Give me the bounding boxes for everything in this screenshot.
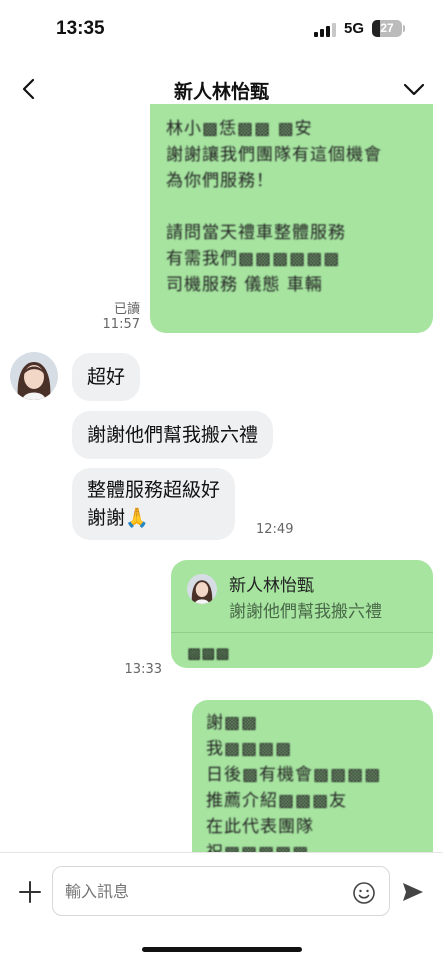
message-text: 謝謝他們幫我搬六禮: [87, 424, 259, 446]
network-label: 5G: [344, 20, 365, 37]
reply-quote: 謝謝他們幫我搬六禮: [229, 602, 382, 622]
message-bubble-outgoing[interactable]: 林小▩恁▩▩ ▩安 謝謝讓我們團隊有這個機會 為你們服務！ 請問當天禮車整體服務…: [150, 104, 433, 333]
message-bubble-outgoing-reply[interactable]: 新人林怡甄 謝謝他們幫我搬六禮 ▩▩▩: [171, 560, 433, 668]
redacted-message-text: 林小▩恁▩▩ ▩安 謝謝讓我們團隊有這個機會 為你們服務！ 請問當天禮車整體服務…: [166, 119, 382, 295]
battery-tip: [403, 25, 405, 32]
read-receipt: 已讀: [113, 302, 140, 317]
avatar-photo: [187, 574, 217, 604]
status-time: 13:35: [56, 18, 105, 39]
message-text: 超好: [87, 366, 126, 388]
reply-avatar: [187, 574, 217, 604]
message-time: 12:49: [256, 522, 294, 537]
message-bubble-incoming[interactable]: 謝謝他們幫我搬六禮: [72, 411, 274, 459]
message-text-line-2: 謝謝🙏: [87, 507, 149, 529]
send-button[interactable]: [400, 879, 426, 905]
home-indicator: [142, 947, 302, 952]
message-text-line-1: 整體服務超級好: [87, 479, 221, 501]
battery-fill: [372, 20, 381, 37]
battery-icon: 27: [372, 20, 402, 37]
reply-name: 新人林怡甄: [229, 576, 314, 596]
message-bubble-incoming[interactable]: 超好: [72, 353, 141, 401]
message-time: 11:57: [102, 317, 140, 332]
battery-level: 27: [380, 21, 394, 35]
status-bar: 13:35 5G 27: [0, 0, 443, 60]
chevron-down-icon: [403, 83, 425, 96]
signal-icon: [314, 23, 336, 37]
attach-button[interactable]: [16, 878, 44, 906]
emoji-button[interactable]: [352, 881, 376, 905]
plus-icon: [19, 881, 41, 903]
contact-avatar[interactable]: [10, 352, 58, 400]
composer-bar: [0, 852, 443, 960]
send-icon: [403, 883, 423, 901]
message-bubble-incoming[interactable]: 整體服務超級好 謝謝🙏: [72, 468, 236, 540]
smiley-icon: [353, 882, 375, 904]
chat-title[interactable]: 新人林怡甄: [0, 77, 443, 104]
header-menu-button[interactable]: [398, 74, 430, 104]
message-input[interactable]: [52, 866, 390, 916]
message-time: 13:33: [124, 662, 162, 677]
reply-divider: [171, 632, 433, 633]
message-bubble-outgoing[interactable]: 謝▩▩ 我▩▩▩▩ 日後▩有機會▩▩▩▩ 推薦介紹▩▩▩友 在此代表團隊 祝▩▩…: [192, 700, 433, 870]
redacted-message-text: ▩▩▩: [187, 644, 230, 662]
avatar-photo: [10, 352, 58, 400]
redacted-message-text: 謝▩▩ 我▩▩▩▩ 日後▩有機會▩▩▩▩ 推薦介紹▩▩▩友 在此代表團隊 祝▩▩…: [206, 713, 382, 863]
